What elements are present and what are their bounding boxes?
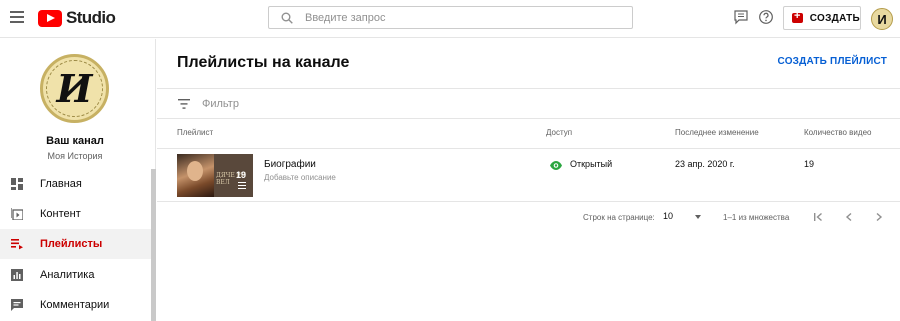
- channel-avatar-letter: И: [46, 60, 103, 117]
- thumbnail-caption: ДЯЧЕ РИ ВЕЛ: [216, 172, 246, 186]
- search-icon[interactable]: [281, 12, 293, 24]
- thumbnail-video-count: 19: [236, 170, 247, 180]
- next-page-icon[interactable]: [872, 210, 886, 224]
- video-camera-icon: [792, 10, 803, 23]
- search-box: [268, 6, 633, 29]
- sidebar-item-content[interactable]: Контент: [0, 199, 152, 229]
- pagination: Строк на странице: 10 1–1 из множества: [157, 202, 900, 232]
- rows-per-page-select[interactable]: 10: [663, 210, 703, 224]
- filter-icon[interactable]: [178, 99, 190, 109]
- studio-logo[interactable]: Studio: [38, 8, 116, 28]
- playlist-icon: [238, 182, 246, 189]
- thumbnail-image: [177, 154, 214, 197]
- search-input[interactable]: [305, 9, 615, 27]
- analytics-icon: [11, 269, 23, 281]
- sidebar-item-label: Контент: [40, 208, 81, 220]
- feedback-icon[interactable]: [733, 9, 749, 25]
- page-range: 1–1 из множества: [723, 213, 790, 222]
- caret-down-icon: [695, 215, 701, 219]
- create-playlist-button[interactable]: СОЗДАТЬ ПЛЕЙЛИСТ: [778, 56, 887, 67]
- first-page-icon[interactable]: [811, 210, 825, 224]
- page-title: Плейлисты на канале: [177, 54, 350, 71]
- top-bar: Studio СОЗДАТЬ И: [0, 0, 900, 38]
- filter-input[interactable]: [202, 96, 502, 112]
- hamburger-menu-icon[interactable]: [10, 11, 24, 23]
- filter-bar: [157, 88, 900, 119]
- sidebar-item-playlists[interactable]: Плейлисты: [0, 229, 152, 259]
- playlists-icon: [11, 239, 23, 250]
- sidebar-item-label: Главная: [40, 178, 82, 190]
- channel-subtitle: Моя История: [47, 151, 103, 161]
- previous-page-icon[interactable]: [842, 210, 856, 224]
- create-button[interactable]: СОЗДАТЬ: [783, 6, 861, 30]
- video-count: 19: [804, 159, 815, 169]
- youtube-logo-icon: [38, 9, 62, 27]
- playlist-thumbnail[interactable]: ДЯЧЕ РИ ВЕЛ 19: [177, 154, 253, 197]
- sidebar-item-dashboard[interactable]: Главная: [0, 169, 152, 199]
- help-icon[interactable]: [758, 9, 774, 25]
- rows-per-page-label: Строк на странице:: [583, 213, 655, 222]
- content-icon: [11, 208, 23, 220]
- playlist-description[interactable]: Добавьте описание: [264, 173, 336, 182]
- sidebar-item-analytics[interactable]: Аналитика: [0, 260, 152, 290]
- dashboard-icon: [11, 178, 23, 190]
- eye-icon: [550, 161, 562, 170]
- main-content: Плейлисты на канале СОЗДАТЬ ПЛЕЙЛИСТ Пле…: [157, 39, 900, 321]
- logo-text: Studio: [66, 8, 116, 27]
- channel-avatar[interactable]: И: [40, 54, 109, 123]
- visibility-label[interactable]: Открытый: [570, 159, 612, 169]
- column-header-last-updated: Последнее изменение: [675, 128, 759, 137]
- column-header-video-count: Количество видео: [804, 128, 872, 137]
- portrait-shape: [187, 161, 203, 181]
- column-header-visibility: Доступ: [546, 128, 573, 137]
- column-header-playlist: Плейлист: [177, 128, 214, 137]
- comments-icon: [11, 299, 23, 311]
- sidebar-scrollbar[interactable]: [151, 169, 156, 321]
- account-avatar[interactable]: И: [871, 8, 893, 30]
- sidebar-item-comments[interactable]: Комментарии: [0, 290, 152, 320]
- last-updated: 23 апр. 2020 г.: [675, 159, 735, 169]
- create-button-label: СОЗДАТЬ: [809, 12, 860, 24]
- sidebar-item-label: Комментарии: [40, 299, 110, 311]
- sidebar-item-label: Аналитика: [40, 269, 95, 281]
- table-row[interactable]: ДЯЧЕ РИ ВЕЛ 19 Биографии Добавьте описан…: [157, 149, 900, 202]
- rows-per-page-value: 10: [663, 211, 674, 221]
- playlist-title[interactable]: Биографии: [264, 159, 316, 170]
- sidebar-item-label: Плейлисты: [40, 238, 103, 250]
- channel-name: Ваш канал: [46, 135, 104, 147]
- sidebar: И Ваш канал Моя История Главная Контент …: [0, 39, 156, 321]
